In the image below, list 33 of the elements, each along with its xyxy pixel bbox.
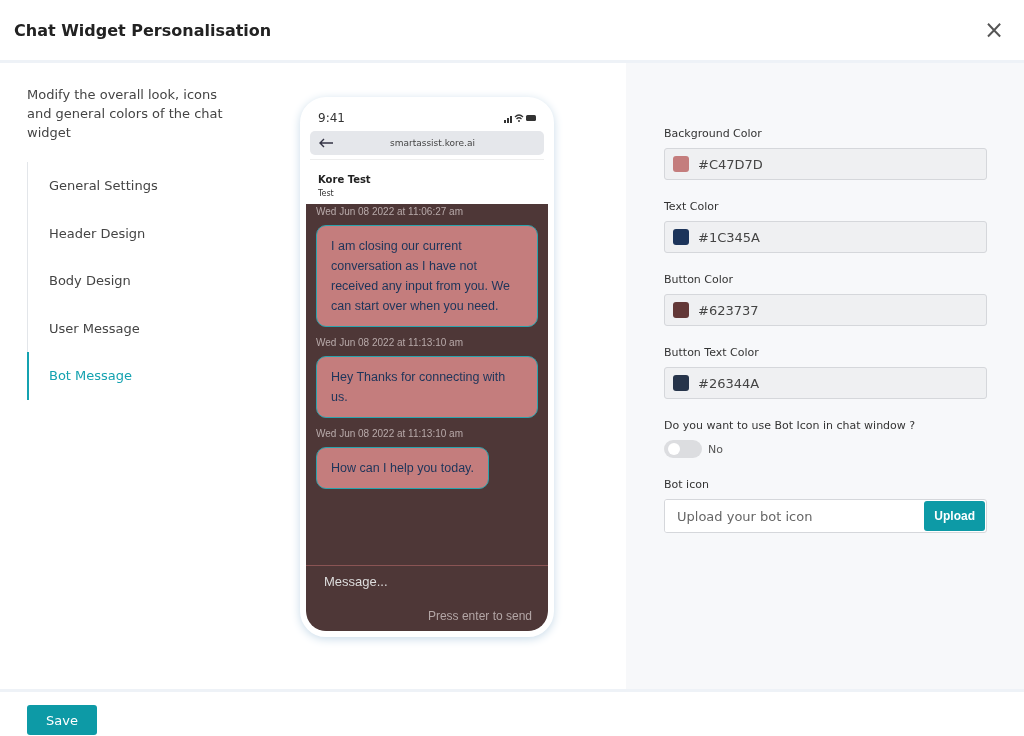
bot-message-bubble: I am closing our current conversation as I have not received any input from you. We can start over when you need. xyxy=(316,225,538,327)
send-hint: Press enter to send xyxy=(426,609,532,623)
message-input[interactable]: Message... xyxy=(324,574,532,589)
bot-subtitle: Test xyxy=(318,189,335,198)
status-icons xyxy=(504,113,536,123)
color-input[interactable]: #623737 xyxy=(664,294,987,326)
bot-message-bubble: Hey Thanks for connecting with us. xyxy=(316,356,538,418)
color-input[interactable]: #1C345A xyxy=(664,221,987,253)
field-label: Bot icon xyxy=(664,478,710,491)
close-button[interactable]: × xyxy=(977,16,1010,44)
dialog-title: Chat Widget Personalisation xyxy=(14,20,272,40)
bot-name: Kore Test xyxy=(318,174,372,185)
color-input[interactable]: #26344A xyxy=(664,367,987,399)
color-input[interactable]: #C47D7D xyxy=(664,148,987,180)
message-timestamp: Wed Jun 08 2022 at 11:13:10 am xyxy=(316,428,464,439)
field-label: Button Color xyxy=(664,273,735,286)
url-text: smartassist.kore.ai xyxy=(390,138,475,148)
field-label: Button Text Color xyxy=(664,346,760,359)
back-arrow-icon[interactable] xyxy=(318,138,334,148)
bot-message-bubble: How can I help you today. xyxy=(316,447,489,489)
nav-item[interactable]: Header Design xyxy=(27,209,267,257)
nav-item[interactable]: Body Design xyxy=(27,257,267,305)
field-label: Text Color xyxy=(664,200,720,213)
description-text: Modify the overall look, icons and general colors of the chat widget xyxy=(27,86,224,142)
nav-item[interactable]: General Settings xyxy=(27,162,267,210)
nav-item[interactable]: User Message xyxy=(27,304,267,352)
message-timestamp: Wed Jun 08 2022 at 11:06:27 am xyxy=(316,206,464,217)
question-label: Do you want to use Bot Icon in chat window ? xyxy=(664,419,917,432)
field-label: Background Color xyxy=(664,127,763,140)
toggle-switch[interactable] xyxy=(664,440,702,458)
toggle-label: No xyxy=(708,442,723,456)
message-timestamp: Wed Jun 08 2022 at 11:13:10 am xyxy=(316,337,464,348)
status-time: 9:41 xyxy=(318,111,345,125)
